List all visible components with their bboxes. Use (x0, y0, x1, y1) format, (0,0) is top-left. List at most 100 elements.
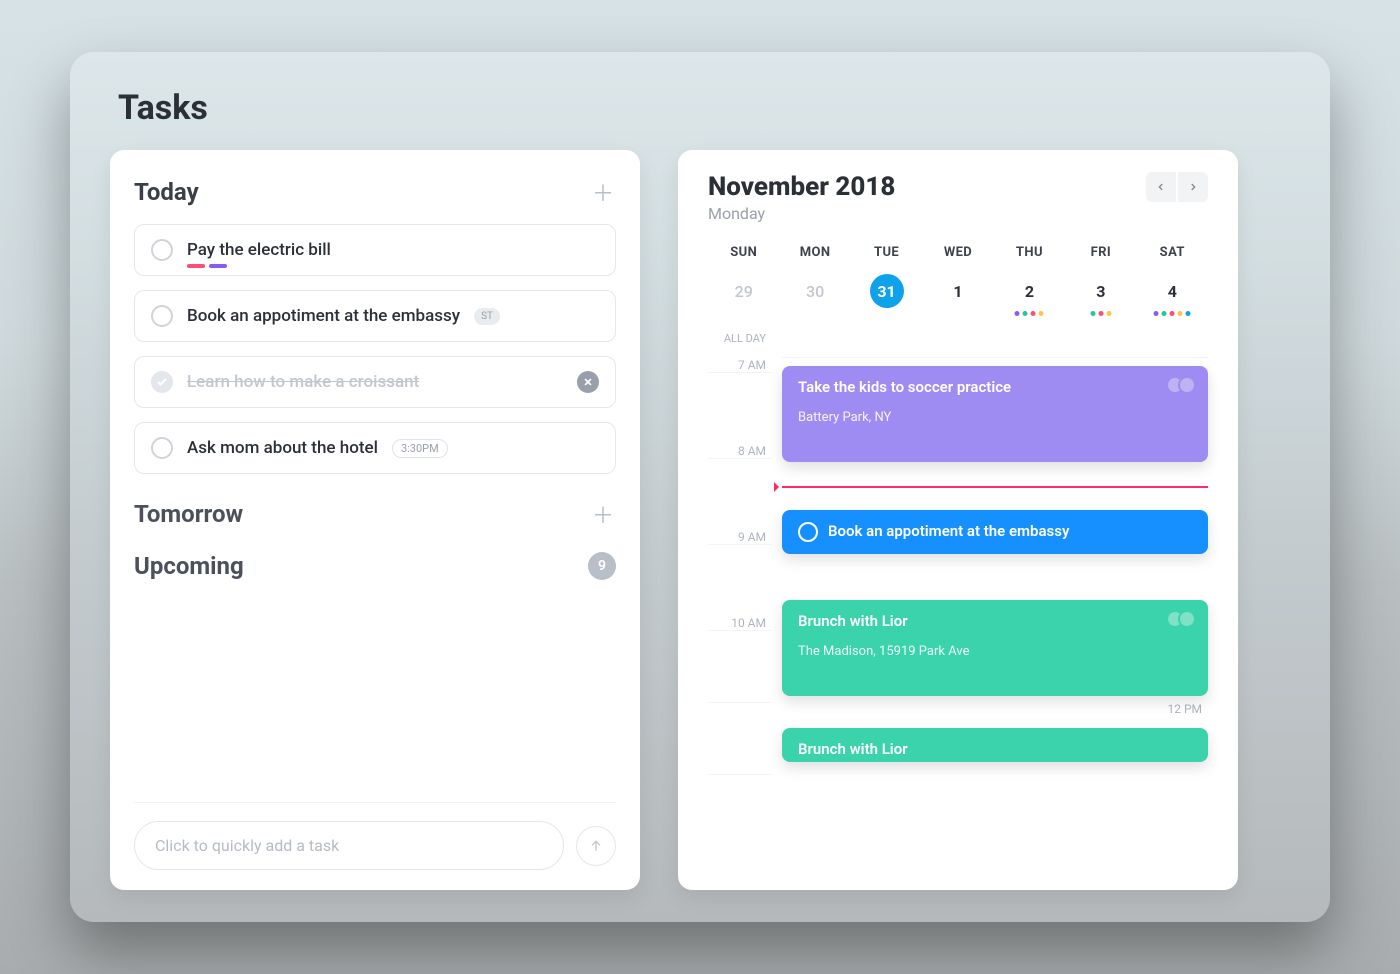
avatar (1178, 376, 1196, 394)
calendar-date-cell[interactable]: 3 (1065, 274, 1136, 314)
events-overlay: Take the kids to soccer practice Battery … (782, 358, 1208, 630)
calendar-date-dots (1015, 311, 1044, 316)
calendar-dow-row: SUN MON TUE WED THU FRI SAT (708, 245, 1208, 260)
dow-label: TUE (851, 245, 922, 260)
calendar-date-number: 30 (798, 274, 832, 308)
tasks-card: Today ＋ Pay the electric bill (110, 150, 640, 890)
chevron-left-icon (1156, 182, 1166, 192)
event-location: The Madison, 15919 Park Ave (798, 644, 1192, 659)
app-frame: Tasks Today ＋ Pay the electric bill (70, 52, 1330, 922)
quick-add-submit-button[interactable] (576, 826, 616, 866)
allday-label: ALL DAY (708, 332, 772, 358)
hour-label: 9 AM (708, 530, 772, 544)
tasks-footer: Click to quickly add a task (134, 802, 616, 890)
hour-slot (708, 372, 772, 444)
hour-slot (708, 774, 772, 846)
hour-label: 7 AM (708, 358, 772, 372)
task-label: Ask mom about the hotel (187, 438, 378, 458)
calendar-month-title: November 2018 (708, 172, 895, 202)
task-time-pill: 3:30PM (392, 439, 448, 458)
dow-label: FRI (1065, 245, 1136, 260)
calendar-timeline: ALL DAY 7 AM 8 AM 9 AM 10 AM 11 AM 12 PM… (708, 332, 1208, 846)
task-checkbox[interactable] (151, 239, 173, 261)
section-today-title: Today (134, 178, 199, 206)
calendar-date-dots (1154, 311, 1191, 316)
task-row[interactable]: Learn how to make a croissant (134, 356, 616, 408)
task-tags (187, 264, 227, 268)
section-upcoming-title: Upcoming (134, 552, 244, 580)
tag-pink (187, 264, 205, 268)
calendar-date-cell[interactable]: 30 (779, 274, 850, 314)
task-checkbox[interactable] (151, 437, 173, 459)
task-label-text: Pay the electric bill (187, 240, 331, 260)
arrow-up-icon (588, 838, 604, 854)
calendar-date-number: 2 (1012, 274, 1046, 308)
quick-add-input[interactable]: Click to quickly add a task (134, 821, 564, 870)
calendar-card: November 2018 Monday SUN MON TUE WED T (678, 150, 1238, 890)
calendar-date-cell[interactable]: 29 (708, 274, 779, 314)
hour-label: 8 AM (708, 444, 772, 458)
calendar-date-cell[interactable]: 4 (1137, 274, 1208, 314)
calendar-event[interactable]: Brunch with Lior The Madison, 15919 Park … (782, 600, 1208, 696)
section-tomorrow-header: Tomorrow ＋ (134, 500, 616, 528)
hour-label: 12 PM (782, 702, 1208, 716)
dow-label: WED (922, 245, 993, 260)
event-title: Book an appotiment at the embassy (798, 522, 1192, 542)
task-row[interactable]: Pay the electric bill (134, 224, 616, 276)
allday-slot (782, 332, 1208, 358)
calendar-event[interactable]: Take the kids to soccer practice Battery … (782, 366, 1208, 462)
event-title: Brunch with Lior (798, 740, 1192, 758)
tag-purple (209, 264, 227, 268)
calendar-date-cell[interactable]: 1 (922, 274, 993, 314)
task-badge: ST (474, 308, 500, 325)
page-title: Tasks (118, 88, 1290, 128)
calendar-title-block: November 2018 Monday (708, 172, 895, 223)
upcoming-count-badge: 9 (588, 552, 616, 580)
calendar-dates-row: 29 30 31 1 234 (708, 274, 1208, 314)
event-avatars (1172, 376, 1196, 394)
task-row[interactable]: Book an appotiment at the embassy ST (134, 290, 616, 342)
hour-label: 10 AM (708, 616, 772, 630)
check-icon (156, 376, 168, 388)
section-today-header: Today ＋ (134, 178, 616, 206)
task-label: Pay the electric bill (187, 240, 331, 260)
calendar-date-dots (1090, 311, 1111, 316)
calendar-date-number: 4 (1155, 274, 1189, 308)
section-tomorrow-title: Tomorrow (134, 500, 243, 528)
hour-slot (708, 630, 772, 702)
task-label: Book an appotiment at the embassy (187, 306, 460, 326)
event-ring-icon (798, 522, 818, 542)
event-title: Brunch with Lior (798, 612, 1192, 630)
today-task-list: Pay the electric bill Book an appotiment… (134, 224, 616, 474)
calendar-date-number: 29 (727, 274, 761, 308)
now-indicator (782, 486, 1208, 488)
calendar-date-number: 31 (870, 274, 904, 308)
event-title: Take the kids to soccer practice (798, 378, 1192, 396)
avatar (1178, 610, 1196, 628)
task-row[interactable]: Ask mom about the hotel 3:30PM (134, 422, 616, 474)
calendar-date-cell[interactable]: 2 (994, 274, 1065, 314)
calendar-prev-button[interactable] (1146, 172, 1176, 202)
task-checkbox[interactable] (151, 371, 173, 393)
dow-label: SAT (1137, 245, 1208, 260)
calendar-next-button[interactable] (1178, 172, 1208, 202)
calendar-date-number: 1 (941, 274, 975, 308)
hour-slot (708, 544, 772, 616)
dow-label: THU (994, 245, 1065, 260)
dow-label: MON (779, 245, 850, 260)
calendar-date-cell[interactable]: 31 (851, 274, 922, 314)
dismiss-task-button[interactable] (577, 371, 599, 393)
event-location: Battery Park, NY (798, 410, 1192, 425)
hour-slot (708, 458, 772, 530)
calendar-event[interactable]: Book an appotiment at the embassy (782, 510, 1208, 554)
add-task-tomorrow-button[interactable]: ＋ (590, 501, 616, 527)
panels: Today ＋ Pay the electric bill (110, 150, 1290, 890)
add-task-today-button[interactable]: ＋ (590, 179, 616, 205)
calendar-event[interactable]: Brunch with Lior (782, 728, 1208, 762)
section-upcoming-header: Upcoming 9 (134, 552, 616, 580)
event-avatars (1172, 610, 1196, 628)
close-icon (583, 377, 593, 387)
calendar-header: November 2018 Monday (708, 172, 1208, 223)
task-checkbox[interactable] (151, 305, 173, 327)
dow-label: SUN (708, 245, 779, 260)
